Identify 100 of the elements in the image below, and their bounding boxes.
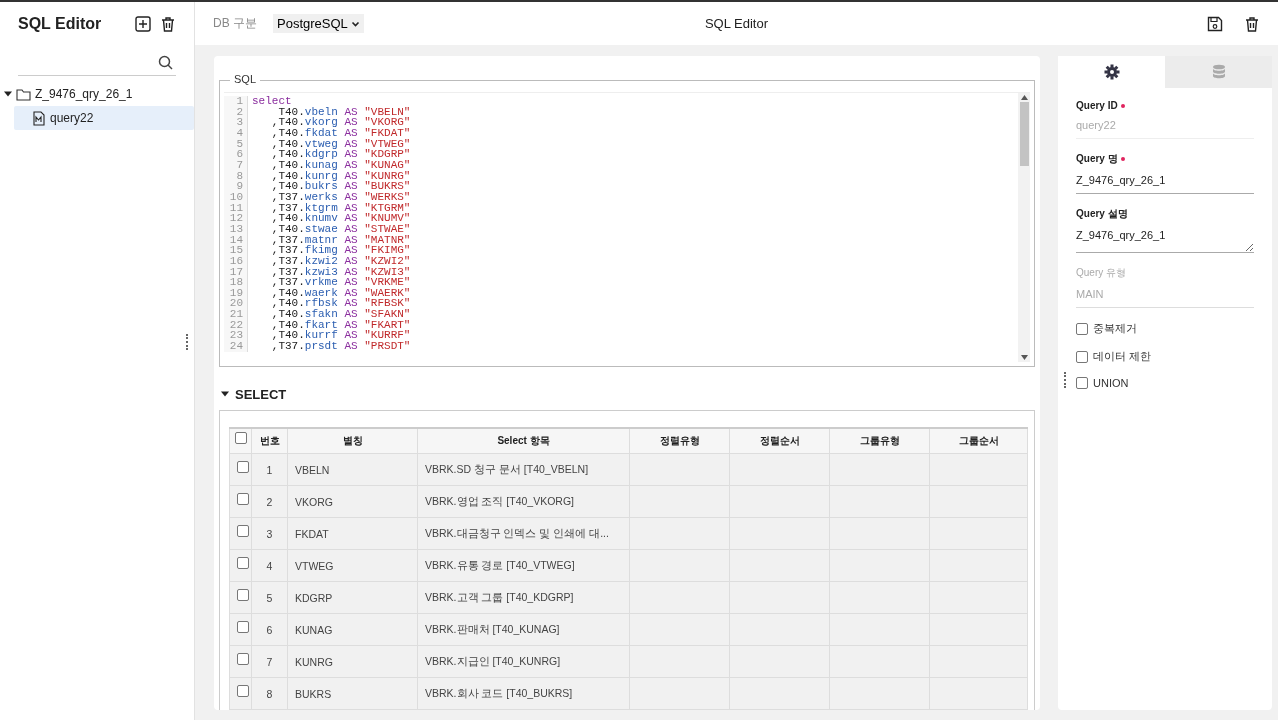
delete-button[interactable] <box>1244 15 1260 32</box>
line-number: 8 <box>224 170 248 182</box>
code-line: T40.vbeln AS "VBELN" <box>277 106 411 118</box>
checkbox[interactable] <box>237 461 249 474</box>
code-line: ,T37.werks AS "WERKS" <box>270 191 411 203</box>
column-header: 그룹유형 <box>829 427 930 454</box>
code-line: ,T40.kunrg AS "KUNRG" <box>270 170 411 182</box>
save-icon <box>1207 15 1223 32</box>
line-number: 9 <box>224 181 248 192</box>
line-number: 12 <box>224 213 248 224</box>
line-number: 21 <box>224 309 248 320</box>
line-number: 23 <box>224 330 248 342</box>
line-number: 16 <box>224 255 248 267</box>
line-number: 1 <box>224 96 248 107</box>
column-header: 그룹순서 <box>929 427 1028 454</box>
scrollbar-thumb[interactable] <box>1019 102 1029 166</box>
line-number: 24 <box>224 341 248 352</box>
checkbox[interactable] <box>237 525 249 538</box>
caret-icon[interactable] <box>4 90 12 98</box>
table-cell: VBRK.대금청구 인덱스 및 인쇄에 대... <box>417 517 630 550</box>
line-number: 4 <box>224 127 248 139</box>
add-button[interactable] <box>135 16 151 32</box>
group-legend: SQL <box>230 73 260 85</box>
delete-button[interactable] <box>160 16 176 32</box>
line-number: 13 <box>224 223 248 235</box>
db-select[interactable]: PostgreSQL <box>273 14 364 33</box>
column-header: 번호 <box>251 427 288 454</box>
table-cell: KUNRG <box>287 645 418 678</box>
code-line: ,T40.kdgrp AS "KDGRP" <box>270 149 411 160</box>
code-line: ,T40.sfakn AS "SFAKN" <box>270 309 411 320</box>
input-field[interactable]: Z_9476_qry_26_1 <box>1076 172 1254 194</box>
code-line: ,T40.waerk AS "WAERK" <box>270 287 411 299</box>
line-number: 2 <box>224 106 248 118</box>
table-cell: VBRK.SD 청구 문서 [T40_VBELN] <box>417 453 630 486</box>
code-line: ,T40.stwae AS "STWAE" <box>270 223 411 235</box>
checkbox[interactable] <box>234 431 247 444</box>
checkbox[interactable] <box>1076 350 1088 363</box>
code-line: ,T37.prsdt AS "PRSDT" <box>270 341 411 352</box>
table-cell: VBRK.영업 조직 [T40_VKORG] <box>417 485 630 518</box>
table-cell: FKDAT <box>287 517 418 550</box>
table-cell: VTWEG <box>287 549 418 582</box>
tree-item[interactable]: Z_9476_qry_26_1 <box>0 82 194 106</box>
table-cell: VBRK.판매처 [T40_KUNAG] <box>417 613 630 646</box>
document-icon <box>32 110 46 126</box>
splitter-handle[interactable] <box>1064 372 1066 388</box>
code-line: ,T40.rfbsk AS "RFBSK" <box>270 298 411 310</box>
tree-label: query22 <box>50 111 94 125</box>
table-cell: BUKRS <box>287 677 418 710</box>
caret-icon[interactable] <box>221 390 229 398</box>
code-line: ,T40.vtweg AS "VTWEG" <box>270 138 411 150</box>
scroll-up-icon[interactable] <box>1020 95 1028 100</box>
db-label: DB 구분 <box>213 15 257 32</box>
line-number: 3 <box>224 117 248 128</box>
code-line: ,T40.fkart AS "FKART" <box>270 319 411 331</box>
scroll-down-icon[interactable] <box>1020 355 1028 360</box>
table-cell: KUNAG <box>287 613 418 646</box>
line-number: 5 <box>224 138 248 150</box>
table-cell: VBRK.회사 코드 [T40_BUKRS] <box>417 677 630 710</box>
folder-icon <box>16 86 31 102</box>
page-title: SQL Editor <box>704 16 769 31</box>
database-icon <box>1211 64 1226 80</box>
code-line: ,T40.vkorg AS "VKORG" <box>270 117 411 128</box>
tree-item[interactable]: query22 <box>14 106 194 130</box>
code-line: ,T40.knumv AS "KNUMV" <box>270 213 411 224</box>
checkbox[interactable] <box>237 589 249 602</box>
field-label: Query 유형 <box>1076 266 1126 280</box>
checkbox[interactable] <box>237 621 249 634</box>
table-cell: VBRK.고객 그룹 [T40_KDGRP] <box>417 581 630 614</box>
splitter-handle[interactable] <box>186 334 188 350</box>
field-label: Query 명 <box>1076 152 1118 166</box>
field-label: Query ID <box>1076 100 1118 111</box>
checkbox-label: 중복제거 <box>1093 321 1137 336</box>
add-icon <box>135 16 151 32</box>
search-icon[interactable] <box>158 54 174 71</box>
save-button[interactable] <box>1207 15 1223 32</box>
text-area[interactable]: Z_9476_qry_26_1 <box>1076 227 1254 253</box>
sidebar-title: SQL Editor <box>18 15 103 33</box>
checkbox-label: UNION <box>1093 377 1129 389</box>
table-cell: VBRK.지급인 [T40_KUNRG] <box>417 645 630 678</box>
chevron-down-icon <box>350 19 360 28</box>
code-line: ,T37.matnr AS "MATNR" <box>270 234 411 246</box>
trash-icon <box>160 16 176 32</box>
checkbox[interactable] <box>1076 377 1088 389</box>
checkbox-label: 데이터 제한 <box>1093 349 1152 364</box>
scrollbar[interactable] <box>1018 93 1030 362</box>
column-header: Select 항목 <box>417 427 630 454</box>
field-label: Query 설명 <box>1076 207 1128 221</box>
checkbox[interactable] <box>237 557 249 570</box>
code-line: ,T37.ktgrm AS "KTGRM" <box>270 202 411 214</box>
table-cell: VKORG <box>287 485 418 518</box>
code-line: ,T40.kunag AS "KUNAG" <box>270 159 411 171</box>
code-line: select <box>252 96 292 107</box>
line-number: 7 <box>224 159 248 171</box>
section-title: SELECT <box>235 386 287 402</box>
checkbox[interactable] <box>1076 322 1088 335</box>
checkbox[interactable] <box>237 685 249 698</box>
checkbox[interactable] <box>237 653 249 666</box>
line-number: 18 <box>224 277 248 288</box>
checkbox[interactable] <box>237 493 249 506</box>
code-line: ,T37.vrkme AS "VRKME" <box>270 277 411 288</box>
